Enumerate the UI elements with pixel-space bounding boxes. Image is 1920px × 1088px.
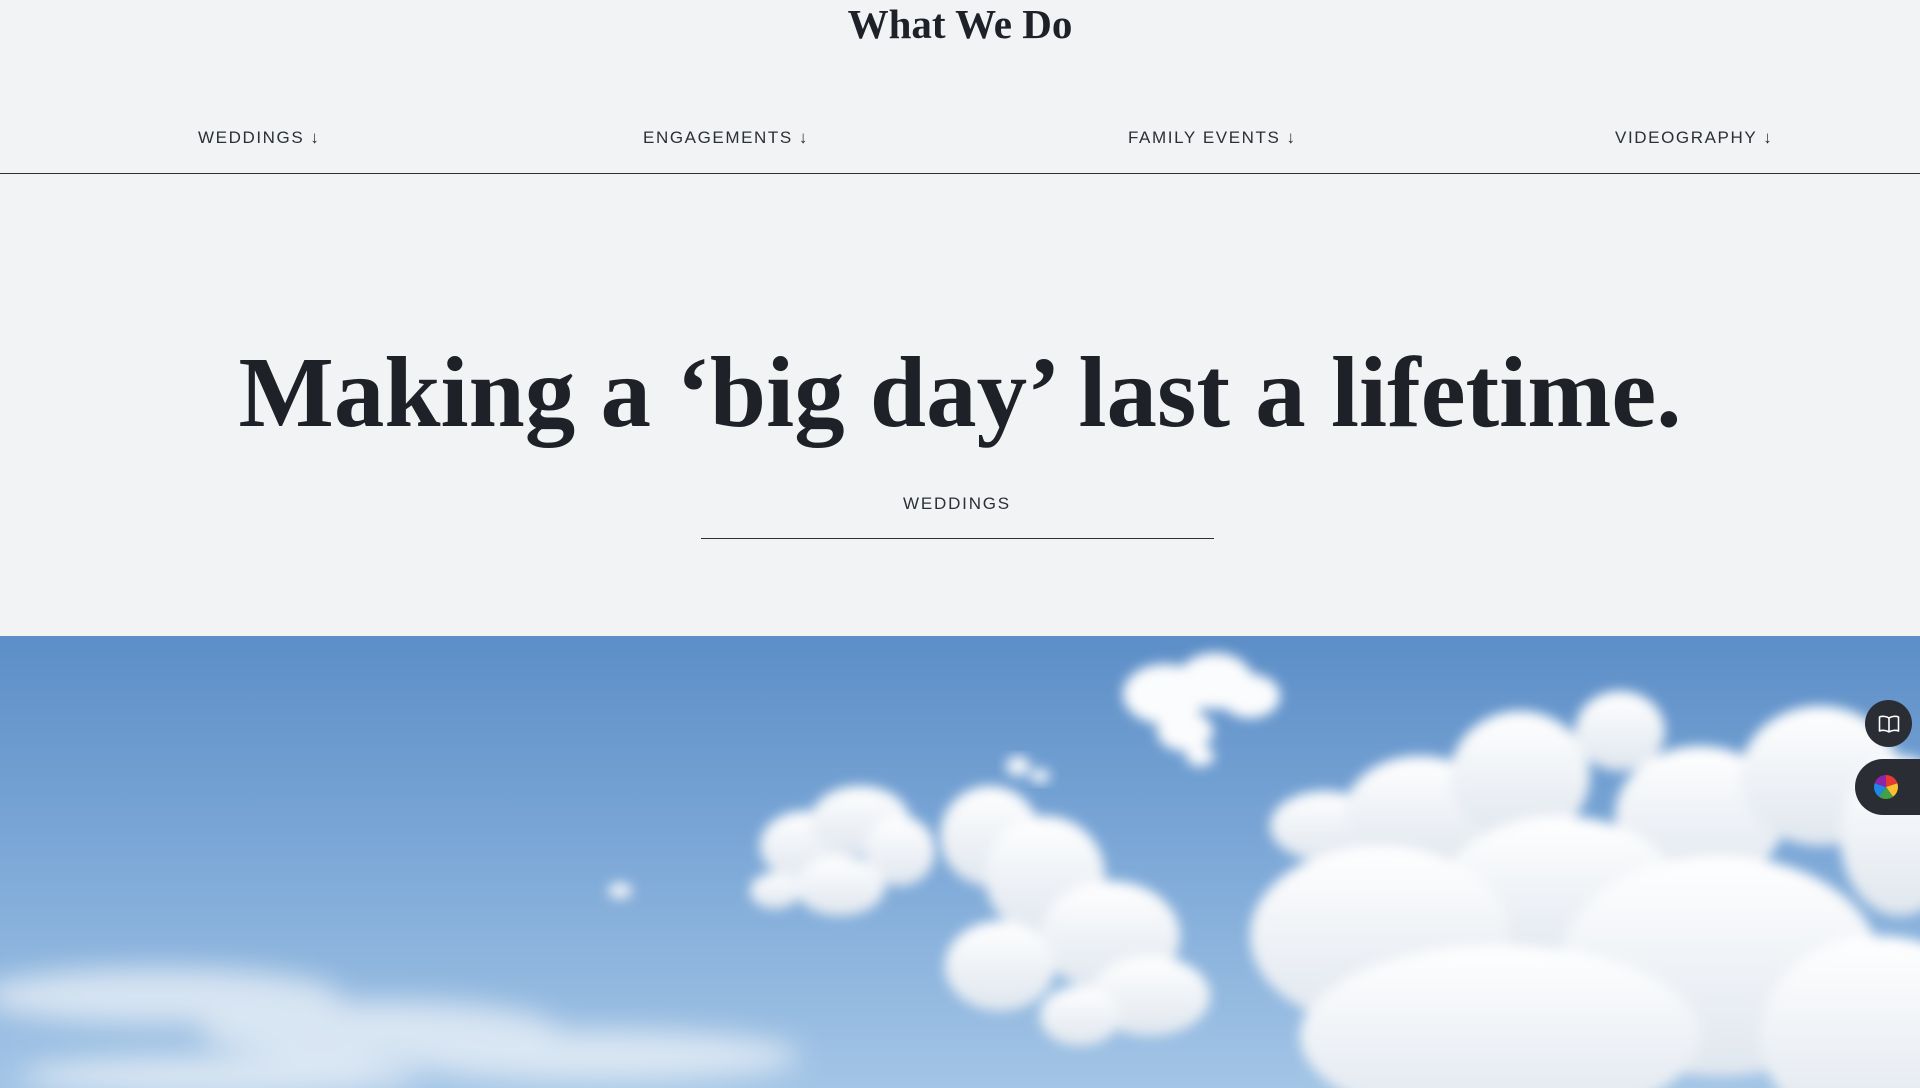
nav-item-label: WEDDINGS <box>198 128 305 147</box>
color-theme-button[interactable] <box>1855 759 1920 815</box>
nav-item-label: FAMILY EVENTS <box>1128 128 1281 147</box>
arrow-down-icon: ↓ <box>1286 128 1295 147</box>
color-wheel-icon <box>1874 775 1898 799</box>
book-open-icon <box>1878 715 1899 733</box>
reader-mode-button[interactable] <box>1865 700 1912 747</box>
nav-item-label: VIDEOGRAPHY <box>1615 128 1758 147</box>
sky-clouds-illustration <box>0 653 1920 1088</box>
nav-item-label: ENGAGEMENTS <box>643 128 793 147</box>
nav-item-engagements[interactable]: ENGAGEMENTS ↓ <box>643 128 807 148</box>
page: What We Do WEDDINGS ↓ ENGAGEMENTS ↓ FAMILY… <box>0 0 1920 1088</box>
hero-sky-image <box>0 636 1920 1088</box>
nav-item-weddings[interactable]: WEDDINGS ↓ <box>198 128 319 148</box>
page-title: What We Do <box>847 1 1073 47</box>
arrow-down-icon: ↓ <box>798 128 808 147</box>
section-divider <box>701 538 1214 539</box>
nav-item-videography[interactable]: VIDEOGRAPHY ↓ <box>1615 128 1772 148</box>
hero-heading: Making a ‘big day’ last a lifetime. <box>238 336 1682 448</box>
section-label: WEDDINGS <box>903 494 1011 513</box>
nav-item-family-events[interactable]: FAMILY EVENTS ↓ <box>1128 128 1295 148</box>
category-nav: WEDDINGS ↓ ENGAGEMENTS ↓ FAMILY EVENTS ↓ VI… <box>0 124 1920 174</box>
arrow-down-icon: ↓ <box>1763 128 1772 147</box>
arrow-down-icon: ↓ <box>310 128 319 147</box>
